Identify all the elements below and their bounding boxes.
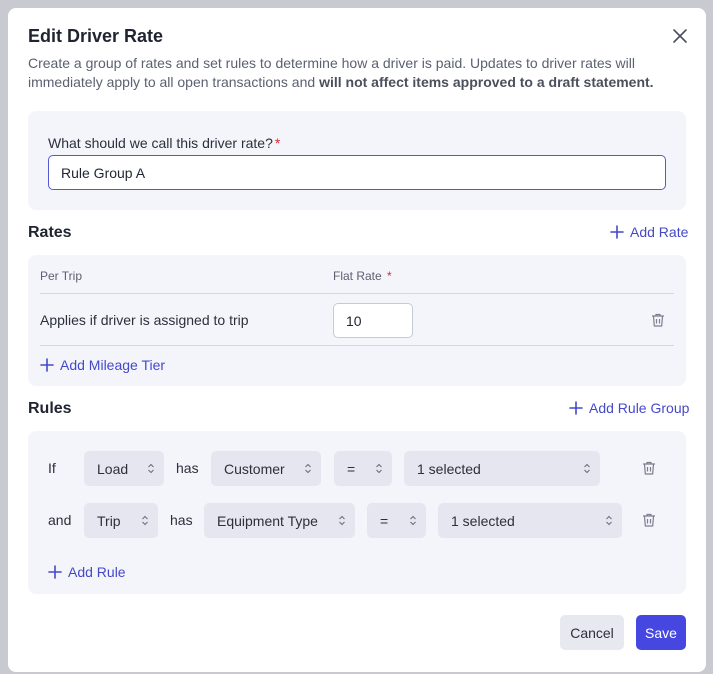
select-value: Load: [97, 460, 129, 477]
close-icon[interactable]: [672, 28, 688, 44]
modal-title: Edit Driver Rate: [28, 26, 164, 46]
chevron-updown-icon: [376, 463, 382, 474]
select-value: Trip: [97, 512, 121, 529]
select-value: 1 selected: [451, 512, 515, 529]
chevron-updown-icon: [148, 463, 154, 474]
rates-panel: Per Trip Flat Rate * Applies if driver i…: [28, 255, 686, 386]
cancel-button[interactable]: Cancel: [560, 615, 624, 650]
add-rate-button[interactable]: Add Rate: [610, 224, 688, 240]
edit-driver-rate-modal: Edit Driver Rate Create a group of rates…: [8, 8, 706, 672]
chevron-updown-icon: [142, 515, 148, 526]
plus-icon: [610, 225, 624, 239]
rules-section-title: Rules: [28, 400, 72, 417]
rule-operator-select[interactable]: =: [334, 451, 392, 486]
description-bold-text: will not affect items approved to a draf…: [319, 74, 654, 90]
plus-icon: [569, 401, 583, 415]
col-per-trip: Per Trip: [40, 269, 83, 283]
rule-has-word: has: [170, 512, 193, 528]
rule-entity-select[interactable]: Trip: [84, 503, 158, 538]
chevron-updown-icon: [584, 463, 590, 474]
plus-icon: [40, 358, 54, 372]
select-value: Customer: [224, 460, 285, 477]
add-rule-label: Add Rule: [68, 564, 126, 580]
add-rate-label: Add Rate: [630, 224, 689, 240]
rule-connector: If: [48, 460, 56, 476]
rule-operator-select[interactable]: =: [367, 503, 426, 538]
name-label-text: What should we call this driver rate?: [48, 135, 273, 151]
rates-section-title: Rates: [28, 224, 72, 241]
plus-icon: [48, 565, 62, 579]
flat-rate-input[interactable]: [333, 303, 413, 338]
rule-connector: and: [48, 512, 72, 528]
name-field-label: What should we call this driver rate? *: [48, 135, 280, 151]
rates-table-header: Per Trip Flat Rate *: [40, 255, 674, 294]
add-rule-group-label: Add Rule Group: [589, 400, 690, 416]
trash-icon[interactable]: [641, 460, 657, 476]
required-mark: *: [274, 135, 281, 151]
rule-entity-select[interactable]: Load: [84, 451, 164, 486]
rule-has-word: has: [176, 460, 199, 476]
select-value: =: [347, 460, 356, 477]
rate-name-input[interactable]: [48, 155, 666, 190]
select-value: =: [380, 512, 389, 529]
rule-field-select[interactable]: Customer: [211, 451, 321, 486]
trash-icon[interactable]: [650, 312, 666, 328]
rule-value-select[interactable]: 1 selected: [438, 503, 622, 538]
col-flat-rate-text: Flat Rate: [333, 269, 382, 283]
rule-value-select[interactable]: 1 selected: [404, 451, 600, 486]
col-flat-rate: Flat Rate *: [333, 269, 392, 283]
rate-row-label: Applies if driver is assigned to trip: [40, 312, 249, 328]
required-mark: *: [387, 269, 392, 283]
add-rule-group-button[interactable]: Add Rule Group: [569, 400, 689, 416]
add-mileage-tier-button[interactable]: Add Mileage Tier: [40, 357, 165, 373]
chevron-updown-icon: [339, 515, 345, 526]
rules-panel: If Load has Customer = 1 selected and Tr…: [28, 431, 686, 594]
name-panel: What should we call this driver rate? *: [28, 111, 686, 210]
chevron-updown-icon: [305, 463, 311, 474]
select-value: 1 selected: [417, 460, 481, 477]
add-mileage-tier-label: Add Mileage Tier: [60, 357, 166, 373]
rule-field-select[interactable]: Equipment Type: [204, 503, 355, 538]
trash-icon[interactable]: [641, 512, 657, 528]
chevron-updown-icon: [606, 515, 612, 526]
modal-description: Create a group of rates and set rules to…: [28, 54, 668, 92]
select-value: Equipment Type: [217, 512, 318, 529]
table-row: Applies if driver is assigned to trip: [40, 294, 674, 346]
add-rule-button[interactable]: Add Rule: [48, 564, 126, 580]
save-button[interactable]: Save: [636, 615, 686, 650]
chevron-updown-icon: [410, 515, 416, 526]
